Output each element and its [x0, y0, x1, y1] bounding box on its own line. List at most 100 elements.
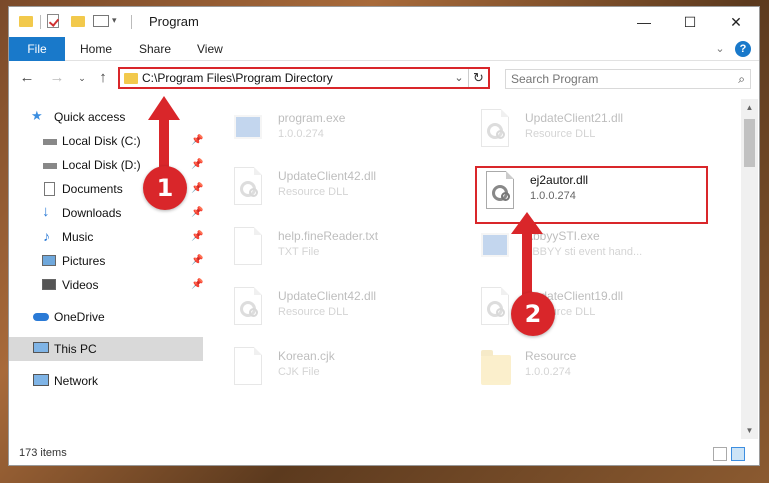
maximize-button[interactable]: ☐ — [667, 7, 713, 37]
file-item[interactable]: help.fineReader.txt TXT File — [230, 225, 460, 277]
pin-icon: 📌 — [191, 279, 204, 290]
scrollbar-thumb[interactable] — [744, 119, 755, 167]
highlight-box — [475, 166, 708, 224]
sidebar-item-label: Quick access — [54, 110, 126, 124]
file-item[interactable]: AbbyySTI.exe ABBYY sti event hand... — [477, 225, 707, 277]
sidebar-item-label: Pictures — [62, 254, 106, 268]
customize-toolbar-icon[interactable] — [93, 15, 109, 27]
details-view-icon[interactable] — [713, 447, 727, 461]
tab-home[interactable]: Home — [80, 37, 112, 61]
file-item[interactable]: program.exe 1.0.0.274 — [230, 107, 460, 159]
pin-icon: 📌 — [191, 255, 204, 266]
tab-view[interactable]: View — [197, 37, 223, 61]
file-name: AbbyySTI.exe — [525, 229, 600, 243]
properties-icon[interactable] — [47, 14, 59, 28]
file-description: 1.0.0.274 — [525, 366, 571, 378]
file-item[interactable]: Resource 1.0.0.274 — [477, 345, 707, 397]
dll-icon — [477, 287, 513, 329]
file-icon — [230, 347, 266, 389]
dll-icon — [230, 167, 266, 209]
sidebar-item-network[interactable]: Network — [9, 369, 203, 393]
file-name: UpdateClient42.dll — [278, 169, 377, 183]
file-name: program.exe — [278, 111, 346, 125]
help-button[interactable]: ? — [735, 41, 751, 57]
file-description: Resource DLL — [278, 186, 349, 198]
music-icon: ♪ — [43, 228, 50, 244]
scroll-down-icon[interactable]: ▼ — [741, 422, 758, 439]
close-button[interactable]: ✕ — [713, 7, 759, 37]
file-name: Korean.cjk — [278, 349, 335, 363]
file-description: 1.0.0.274 — [278, 128, 324, 140]
sidebar-item-label: Videos — [62, 278, 99, 292]
sidebar-item-quick-access[interactable]: ★ Quick access — [9, 105, 203, 129]
forward-button[interactable]: → — [47, 68, 67, 88]
search-input[interactable] — [506, 70, 706, 88]
vertical-scrollbar[interactable]: ▲ ▼ — [741, 99, 758, 439]
documents-icon — [44, 182, 55, 196]
file-explorer-window: ▾ Program — ☐ ✕ File Home Share View ⌄ ?… — [8, 6, 760, 466]
exe-icon — [477, 227, 513, 269]
minimize-button[interactable]: — — [621, 7, 667, 37]
sidebar-item-label: Documents — [62, 182, 123, 196]
divider — [131, 15, 132, 29]
file-description: Resource DLL — [525, 128, 596, 140]
back-button[interactable]: ← — [17, 68, 37, 88]
up-button[interactable]: ↑ — [93, 68, 113, 88]
sidebar-item-pictures[interactable]: Pictures 📌 — [9, 249, 203, 273]
file-name: Resource — [525, 349, 577, 363]
tab-file[interactable]: File — [9, 37, 65, 61]
address-bar[interactable]: C:\Program Files\Program Directory ⌄ ↻ — [118, 67, 490, 89]
chevron-down-icon[interactable]: ⌄ — [452, 70, 466, 86]
large-icons-view-icon[interactable] — [731, 447, 745, 461]
title-bar: ▾ Program — ☐ ✕ — [9, 7, 759, 37]
tab-share[interactable]: Share — [139, 37, 171, 61]
star-icon: ★ — [31, 108, 43, 123]
pin-icon: 📌 — [191, 135, 204, 146]
file-item[interactable]: UpdateClient21.dll Resource DLL — [477, 107, 707, 159]
search-box[interactable]: ⌕ — [505, 69, 751, 89]
file-item[interactable]: UpdateClient42.dll Resource DLL — [230, 285, 460, 337]
folder-icon — [19, 16, 33, 27]
address-path[interactable]: C:\Program Files\Program Directory — [142, 71, 333, 85]
sidebar-item-label: Network — [54, 374, 99, 388]
folder-icon — [477, 347, 513, 389]
file-description: ABBYY sti event hand... — [525, 246, 643, 258]
pin-icon: 📌 — [191, 207, 204, 218]
downloads-icon: ↓ — [42, 203, 50, 220]
sidebar-item-label: Local Disk (D:) — [62, 158, 141, 172]
sidebar-item-label: OneDrive — [54, 310, 105, 324]
sidebar-item-label: Local Disk (C:) — [62, 134, 141, 148]
sidebar-item-videos[interactable]: Videos 📌 — [9, 273, 203, 297]
drive-icon — [43, 163, 57, 169]
file-item[interactable]: UpdateClient42.dll Resource DLL — [230, 165, 460, 217]
scroll-up-icon[interactable]: ▲ — [741, 99, 758, 116]
chevron-down-icon[interactable]: ▾ — [112, 15, 117, 31]
item-count: 173 items — [19, 447, 67, 459]
pictures-icon — [42, 255, 56, 266]
file-name: UpdateClient21.dll — [525, 111, 624, 125]
file-description: TXT File — [278, 246, 320, 258]
sidebar-item-music[interactable]: ♪ Music 📌 — [9, 225, 203, 249]
computer-icon — [33, 342, 49, 353]
file-name: UpdateClient42.dll — [278, 289, 377, 303]
refresh-button[interactable]: ↻ — [468, 69, 488, 87]
sidebar-item-label: Music — [62, 230, 94, 244]
txt-icon — [230, 227, 266, 269]
recent-locations-icon[interactable]: ⌄ — [72, 68, 92, 88]
file-name: help.fineReader.txt — [278, 229, 379, 243]
sidebar-item-onedrive[interactable]: OneDrive — [9, 305, 203, 329]
exe-icon — [230, 109, 266, 151]
file-list: program.exe 1.0.0.274 UpdateClient21.dll… — [204, 99, 741, 439]
divider — [40, 15, 41, 29]
cloud-icon — [33, 313, 49, 321]
sidebar-item-this-pc[interactable]: This PC — [9, 337, 203, 361]
search-icon[interactable]: ⌕ — [738, 72, 745, 87]
sidebar-item-local-disk-c[interactable]: Local Disk (C:) 📌 — [9, 129, 203, 153]
step-2-callout: 2 — [511, 292, 555, 336]
file-description: Resource DLL — [278, 306, 349, 318]
ribbon: File Home Share View ⌄ ? — [9, 37, 759, 61]
new-folder-icon[interactable] — [71, 16, 85, 27]
step-1-callout: 1 — [143, 166, 187, 210]
expand-ribbon-icon[interactable]: ⌄ — [713, 42, 727, 56]
file-item[interactable]: Korean.cjk CJK File — [230, 345, 460, 397]
